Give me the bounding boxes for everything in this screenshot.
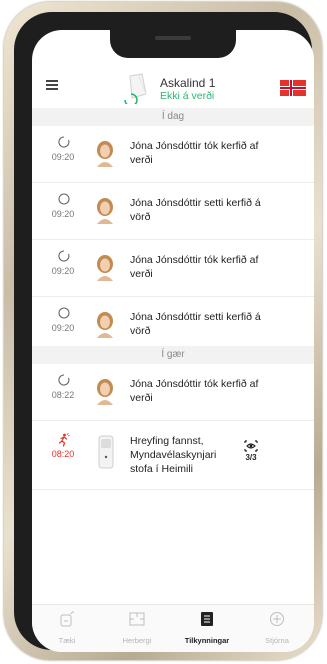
hub-name: Askalind 1 [160, 76, 216, 90]
tab-notifications[interactable]: Tilkynningar [172, 611, 242, 645]
user-avatar-icon [97, 255, 113, 281]
disarm-icon [58, 136, 70, 148]
event-row[interactable]: 09:20 Jóna Jónsdóttir tók kerfið af verð… [32, 240, 314, 297]
app-screen: Askalind 1 Ekki á verði Í dag 09:20 Jóna… [32, 30, 314, 652]
disarm-icon [58, 374, 70, 386]
speaker-grille [155, 36, 191, 40]
tab-label: Tilkynningar [184, 636, 230, 645]
disarm-icon [58, 250, 70, 262]
event-time: 09:20 [51, 266, 75, 276]
section-header-yesterday: Í gær [32, 346, 314, 364]
phone-notch [110, 30, 236, 58]
control-icon [270, 612, 284, 626]
tab-devices[interactable]: Tæki [32, 611, 102, 645]
event-row[interactable]: 09:20 Jóna Jónsdóttir tók kerfið af verð… [32, 126, 314, 183]
event-time: 09:20 [51, 209, 75, 219]
hub-status: Ekki á verði [160, 90, 215, 102]
user-avatar-icon [97, 198, 113, 224]
event-text: Jóna Jónsdóttir tók kerfið af verði [130, 140, 259, 166]
detection-count: 3/3 [245, 453, 257, 462]
event-time: 08:22 [51, 390, 75, 400]
eye-camera-icon [244, 440, 258, 452]
tab-label: Herbergi [122, 636, 152, 645]
country-flag-icon[interactable] [280, 80, 306, 96]
event-text: Hreyfing fannst, Myndavélaskynjari stofa… [130, 435, 217, 475]
event-text: Jóna Jónsdóttir setti kerfið á vörð [130, 197, 261, 223]
event-text: Jóna Jónsdóttir tók kerfið af verði [130, 378, 259, 404]
event-time: 09:20 [51, 323, 75, 333]
motion-camera-sensor-icon [98, 435, 114, 469]
tab-rooms[interactable]: Herbergi [102, 611, 172, 645]
event-text: Jóna Jónsdóttir setti kerfið á vörð [130, 311, 261, 337]
event-time: 08:20 [51, 449, 75, 459]
tab-label: Tæki [58, 636, 76, 645]
app-header: Askalind 1 Ekki á verði [32, 60, 314, 108]
event-row-motion[interactable]: 08:20 Hreyfing fannst, Myndavélaskynjari… [32, 421, 314, 490]
notifications-icon [201, 612, 213, 626]
phone-frame: Askalind 1 Ekki á verði Í dag 09:20 Jóna… [4, 2, 322, 660]
arm-icon [58, 307, 70, 319]
event-text: Jóna Jónsdóttir tók kerfið af verði [130, 254, 259, 280]
user-avatar-icon [97, 141, 113, 167]
tab-label: Stjórna [265, 636, 289, 645]
user-avatar-icon [97, 312, 113, 338]
event-row[interactable]: 08:22 Jóna Jónsdóttir tók kerfið af verð… [32, 364, 314, 421]
motion-alarm-icon [58, 433, 70, 447]
user-avatar-icon [97, 379, 113, 405]
device-icon [60, 611, 75, 627]
hub-device-icon[interactable] [124, 72, 150, 104]
menu-icon[interactable] [46, 80, 58, 90]
bottom-tab-bar: Tæki Herbergi Tilkynningar Stjórna [32, 604, 314, 652]
event-row[interactable]: 09:20 Jóna Jónsdóttir setti kerfið á vör… [32, 183, 314, 240]
event-time: 09:20 [51, 152, 75, 162]
phone-bezel: Askalind 1 Ekki á verði Í dag 09:20 Jóna… [14, 12, 314, 652]
tab-control[interactable]: Stjórna [242, 611, 312, 645]
room-icon [129, 612, 145, 626]
arm-icon [58, 193, 70, 205]
section-header-today: Í dag [32, 108, 314, 126]
photo-detection[interactable]: 3/3 [240, 439, 262, 463]
